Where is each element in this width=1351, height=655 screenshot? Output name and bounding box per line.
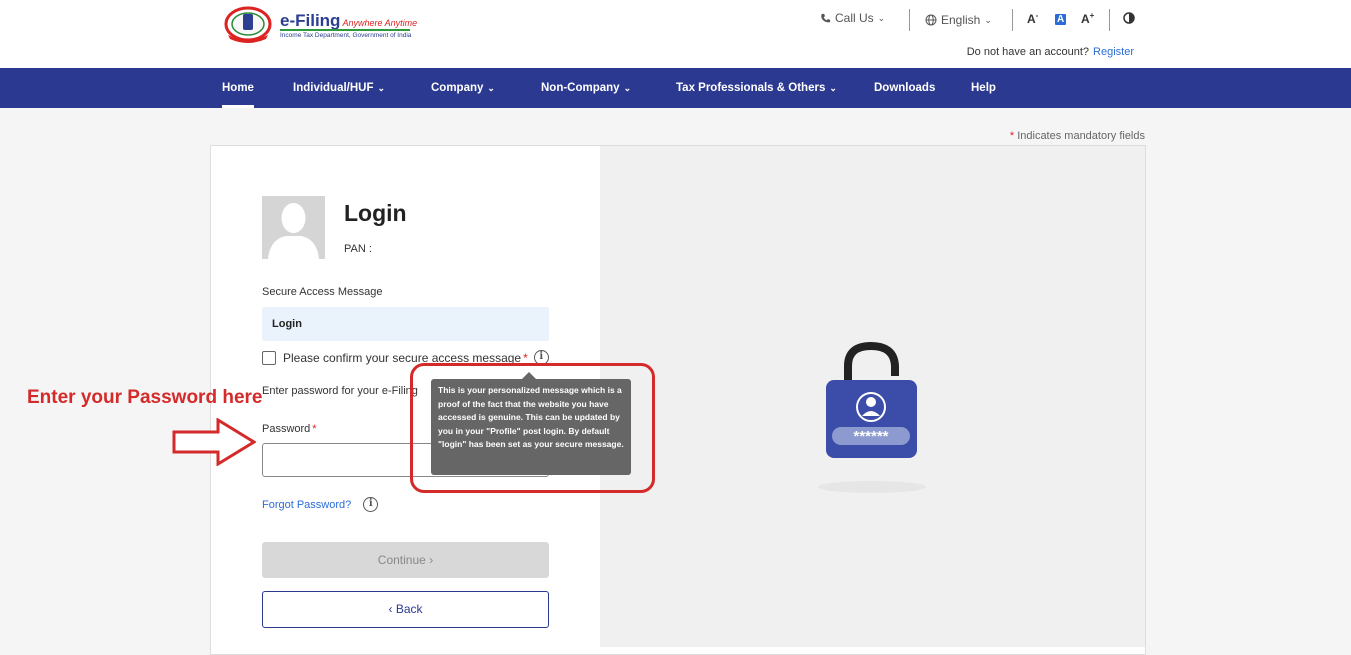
annotation-text: Enter your Password here <box>27 387 263 408</box>
efiling-logo[interactable]: e-Filing Anywhere Anytime Income Tax Depa… <box>222 5 417 45</box>
forgot-password-link[interactable]: Forgot Password? <box>262 499 351 511</box>
masked-password-text: ****** <box>853 428 888 445</box>
font-default-button[interactable]: A <box>1055 11 1067 25</box>
nav-home[interactable]: Home <box>222 68 254 108</box>
annotation-highlight <box>410 363 655 493</box>
nav-help[interactable]: Help <box>971 68 996 108</box>
nav-downloads[interactable]: Downloads <box>874 68 935 108</box>
nav-company-label: Company <box>431 82 484 94</box>
brand-text: e-Filing <box>280 11 341 30</box>
secure-access-label: Secure Access Message <box>262 286 383 298</box>
chevron-down-icon: ⌄ <box>829 83 837 93</box>
nav-non-company-label: Non-Company <box>541 82 620 94</box>
phone-icon <box>821 13 831 22</box>
main-nav: Home Individual/HUF ⌄ Company ⌄ Non-Compan… <box>0 68 1351 108</box>
back-button[interactable]: ‹ Back <box>262 591 549 628</box>
chevron-down-icon: ⌄ <box>487 83 495 93</box>
language-label: English <box>941 13 981 27</box>
nav-individual-huf-label: Individual/HUF <box>293 82 374 94</box>
nav-downloads-label: Downloads <box>874 82 936 94</box>
continue-button[interactable]: Continue › <box>262 542 549 578</box>
chevron-down-icon: ⌄ <box>623 83 632 93</box>
password-label: Password * <box>262 423 317 435</box>
brand-subtitle: Income Tax Department, Government of Ind… <box>280 32 412 39</box>
enter-password-text: Enter password for your e-Filing <box>262 385 418 397</box>
mandatory-star: * <box>1009 130 1015 142</box>
brand-name: e-Filing Anywhere Anytime <box>280 11 417 31</box>
chevron-down-icon: ⌄ <box>984 14 992 25</box>
info-icon[interactable]: i <box>363 497 379 512</box>
font-default-label: A <box>1055 14 1067 25</box>
user-silhouette-icon <box>268 203 319 259</box>
divider <box>1012 9 1013 31</box>
nav-help-label: Help <box>971 82 996 94</box>
call-us-label: Call Us <box>835 11 874 25</box>
font-increase-label: A <box>1081 12 1090 26</box>
divider <box>909 9 910 31</box>
nav-company[interactable]: Company ⌄ <box>431 68 495 108</box>
nav-individual-huf[interactable]: Individual/HUF ⌄ <box>293 68 385 108</box>
font-decrease-button[interactable]: A- <box>1027 11 1038 26</box>
brand-tagline: Anywhere Anytime <box>342 18 418 28</box>
chevron-left-icon: ‹ <box>388 602 393 616</box>
register-link[interactable]: Register <box>1093 46 1134 58</box>
emblem-icon <box>224 6 272 43</box>
chevron-down-icon: ⌄ <box>877 12 886 23</box>
secure-access-message: Login <box>262 307 549 341</box>
divider <box>1109 9 1110 31</box>
nav-non-company[interactable]: Non-Company ⌄ <box>541 68 631 108</box>
mandatory-note: * Indicates mandatory fields <box>1010 130 1145 142</box>
page-title: Login <box>344 200 407 226</box>
unlocked-padlock-icon: ****** <box>818 341 926 493</box>
font-increase-button[interactable]: A+ <box>1081 11 1094 26</box>
language-select[interactable]: English ⌄ <box>925 13 992 27</box>
user-avatar <box>262 196 325 259</box>
nav-tax-professionals[interactable]: Tax Professionals & Others ⌄ <box>676 68 837 108</box>
font-decrease-label: A <box>1027 12 1036 26</box>
register-prompt: Do not have an account? Register <box>967 46 1134 58</box>
arrow-right-icon <box>172 418 256 466</box>
no-account-text: Do not have an account? <box>966 46 1090 58</box>
confirm-checkbox[interactable] <box>262 350 276 365</box>
nav-home-label: Home <box>222 82 254 94</box>
brand-underline <box>280 29 410 31</box>
globe-icon <box>925 14 937 26</box>
call-us-menu[interactable]: Call Us ⌄ <box>820 11 885 25</box>
top-header: e-Filing Anywhere Anytime Income Tax Depa… <box>0 0 1351 68</box>
chevron-down-icon: ⌄ <box>377 83 386 93</box>
continue-label: Continue <box>377 553 426 567</box>
mandatory-note-text: Indicates mandatory fields <box>1017 130 1145 142</box>
pan-label: PAN : <box>344 243 372 255</box>
back-label: Back <box>395 602 423 616</box>
nav-tax-professionals-label: Tax Professionals & Others <box>676 82 826 94</box>
password-label-text: Password <box>262 423 311 435</box>
required-star: * <box>312 423 317 435</box>
contrast-icon[interactable] <box>1123 12 1135 24</box>
forgot-password: Forgot Password? i <box>262 497 379 512</box>
chevron-right-icon: › <box>429 553 434 567</box>
